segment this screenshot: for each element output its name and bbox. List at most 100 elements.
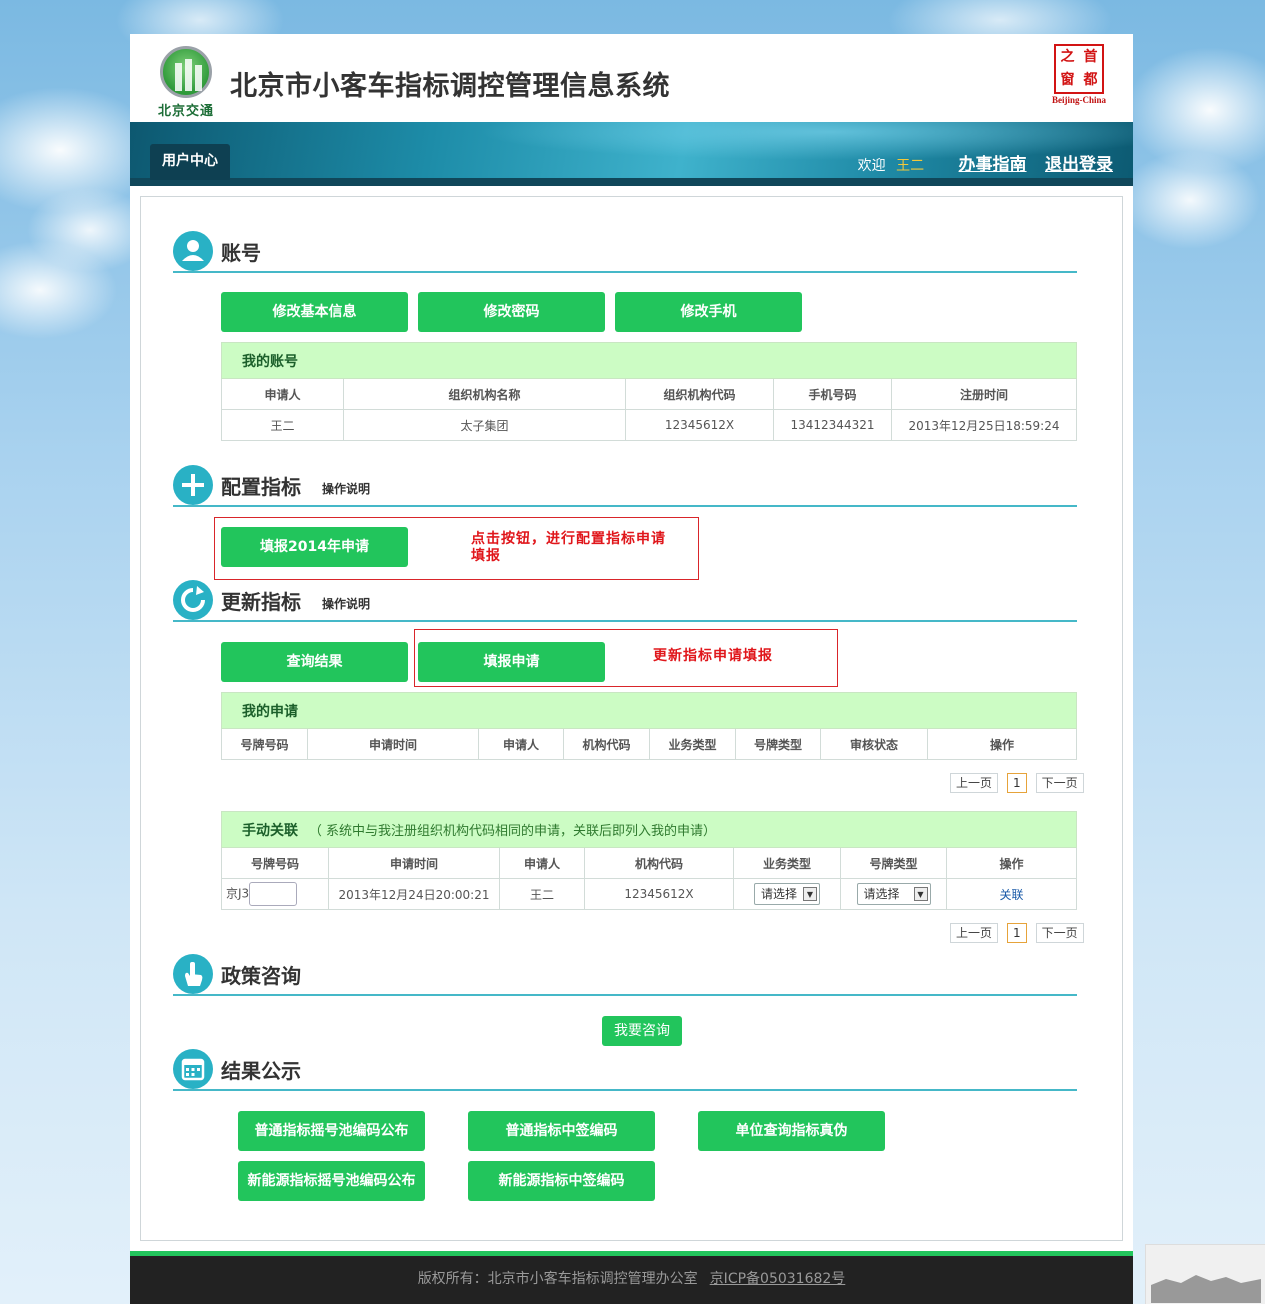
guide-link[interactable]: 办事指南 <box>959 155 1027 175</box>
refresh-icon <box>173 580 213 620</box>
biz-type-cell: 请选择 ▼ <box>733 878 841 910</box>
beijing-transport-logo[interactable]: 北京交通 <box>150 44 222 119</box>
column-header: 机构代码 <box>584 847 734 879</box>
table-row: 京J3 2013年12月24日20:00:21 王二 12345612X 请选择… <box>221 878 1077 910</box>
table-cell: 13412344321 <box>773 409 892 441</box>
manual-link-caption: 手动关联 <box>242 822 298 839</box>
column-header: 申请人 <box>221 378 344 410</box>
link-action[interactable]: 关联 <box>999 888 1023 902</box>
verify-quota-button[interactable]: 单位查询指标真伪 <box>698 1111 885 1151</box>
logout-link[interactable]: 退出登录 <box>1045 155 1113 175</box>
page-container: 北京交通 北京市小客车指标调控管理信息系统 之 首 窗 都 Beijing-Ch… <box>130 34 1133 1304</box>
change-phone-button[interactable]: 修改手机 <box>615 292 802 332</box>
column-header: 注册时间 <box>891 378 1077 410</box>
section-results: 结果公示 <box>173 1049 1077 1091</box>
table-cell: 太子集团 <box>343 409 626 441</box>
copyright-text: 版权所有：北京市小客车指标调控管理办公室 <box>417 1271 698 1287</box>
plate-type-cell: 请选择 ▼ <box>840 878 947 910</box>
section-title: 账号 <box>221 241 261 265</box>
manual-link-note: （ 系统中与我注册组织机构代码相同的申请，关联后即列入我的申请） <box>308 823 717 839</box>
column-header: 申请人 <box>478 728 564 760</box>
dropdown-arrow-icon: ▼ <box>913 887 928 901</box>
footer: 版权所有：北京市小客车指标调控管理办公室 京ICP备05031682号 <box>130 1256 1133 1304</box>
dropdown-arrow-icon: ▼ <box>803 887 817 901</box>
table-row: 王二 太子集团 12345612X 13412344321 2013年12月25… <box>221 409 1077 441</box>
action-cell: 关联 <box>946 878 1077 910</box>
site-header: 北京交通 北京市小客车指标调控管理信息系统 之 首 窗 都 Beijing-Ch… <box>130 34 1133 122</box>
logo-emblem-icon <box>160 46 212 98</box>
plate-prefix: 京J3 <box>226 886 250 901</box>
instructions-link[interactable]: 操作说明 <box>322 595 370 612</box>
annotation-text: 点击按钮，进行配置指标申请填报 <box>471 531 666 564</box>
fill-2014-application-button[interactable]: 填报2014年申请 <box>221 527 408 567</box>
new-energy-winning-codes-button[interactable]: 新能源指标中签编码 <box>468 1161 655 1201</box>
table-caption: 我的申请 <box>221 692 1077 729</box>
column-header: 组织机构代码 <box>625 378 774 410</box>
instructions-link[interactable]: 操作说明 <box>322 480 370 497</box>
section-policy: 政策咨询 <box>173 954 1077 996</box>
section-title: 政策咨询 <box>221 964 301 988</box>
regular-lottery-pool-button[interactable]: 普通指标摇号池编码公布 <box>238 1111 425 1151</box>
section-title: 更新指标 <box>221 590 301 614</box>
plus-icon <box>173 465 213 505</box>
user-icon <box>173 231 213 271</box>
query-results-button[interactable]: 查询结果 <box>221 642 408 682</box>
plate-type-select[interactable]: 请选择 ▼ <box>856 883 931 905</box>
column-header: 业务类型 <box>733 847 841 879</box>
prev-page-button[interactable]: 上一页 <box>950 773 998 793</box>
page-number[interactable]: 1 <box>1006 773 1027 793</box>
column-header: 号牌号码 <box>221 728 308 760</box>
pagination: 上一页 1 下一页 <box>945 773 1084 793</box>
table-cell: 王二 <box>221 409 344 441</box>
next-page-button[interactable]: 下一页 <box>1035 923 1084 943</box>
table-cell: 王二 <box>499 878 585 910</box>
column-header: 申请时间 <box>307 728 479 760</box>
change-password-button[interactable]: 修改密码 <box>418 292 605 332</box>
manual-link-table: 手动关联 （ 系统中与我注册组织机构代码相同的申请，关联后即列入我的申请） 号牌… <box>221 811 1077 910</box>
biz-type-select[interactable]: 请选择 ▼ <box>754 883 820 905</box>
pagination: 上一页 1 下一页 <box>945 923 1084 943</box>
logo-text: 北京交通 <box>157 104 214 119</box>
table-cell: 2013年12月24日20:00:21 <box>328 878 500 910</box>
nav-user-area: 欢迎 王二 办事指南 退出登录 <box>858 150 1113 175</box>
column-header: 组织机构名称 <box>343 378 626 410</box>
my-applications-table: 我的申请 号牌号码 申请时间 申请人 机构代码 业务类型 号牌类型 审核状态 操… <box>221 692 1077 760</box>
plate-number-input[interactable] <box>249 882 298 906</box>
nav-band: 用户中心 欢迎 王二 办事指南 退出登录 <box>130 122 1133 186</box>
seal-caption: Beijing-China <box>1051 95 1106 105</box>
section-title: 结果公示 <box>221 1059 301 1083</box>
column-header: 申请时间 <box>328 847 500 879</box>
regular-winning-codes-button[interactable]: 普通指标中签编码 <box>468 1111 655 1151</box>
column-header: 操作 <box>927 728 1077 760</box>
username: 王二 <box>896 158 925 174</box>
column-header: 手机号码 <box>773 378 892 410</box>
fill-application-button[interactable]: 填报申请 <box>418 642 605 682</box>
new-energy-lottery-pool-button[interactable]: 新能源指标摇号池编码公布 <box>238 1161 425 1201</box>
next-page-button[interactable]: 下一页 <box>1035 773 1084 793</box>
column-header: 号牌类型 <box>735 728 821 760</box>
table-cell: 12345612X <box>625 409 774 441</box>
table-caption: 手动关联 （ 系统中与我注册组织机构代码相同的申请，关联后即列入我的申请） <box>221 811 1077 848</box>
hand-pointer-icon <box>173 954 213 994</box>
section-update: 更新指标 操作说明 <box>173 580 1077 622</box>
page-number[interactable]: 1 <box>1006 923 1027 943</box>
section-title: 配置指标 <box>221 475 301 499</box>
table-cell: 12345612X <box>584 878 734 910</box>
section-config: 配置指标 操作说明 <box>173 465 1077 507</box>
seal-icon: 之 首 窗 都 <box>1054 44 1104 94</box>
edit-basic-info-button[interactable]: 修改基本信息 <box>221 292 408 332</box>
consult-button[interactable]: 我要咨询 <box>602 1016 682 1046</box>
corner-widget <box>1145 1244 1265 1304</box>
column-header: 申请人 <box>499 847 585 879</box>
plate-cell: 京J3 <box>221 878 329 910</box>
column-header: 号牌类型 <box>840 847 947 879</box>
prev-page-button[interactable]: 上一页 <box>950 923 998 943</box>
tab-user-center[interactable]: 用户中心 <box>150 144 230 180</box>
table-caption: 我的账号 <box>221 342 1077 379</box>
welcome-text: 欢迎 <box>857 158 886 174</box>
capital-window-logo[interactable]: 之 首 窗 都 Beijing-China <box>1051 44 1107 108</box>
site-title: 北京市小客车指标调控管理信息系统 <box>230 71 670 102</box>
icp-link[interactable]: 京ICP备05031682号 <box>710 1271 846 1287</box>
table-cell: 2013年12月25日18:59:24 <box>891 409 1077 441</box>
section-account: 账号 <box>173 231 1077 273</box>
